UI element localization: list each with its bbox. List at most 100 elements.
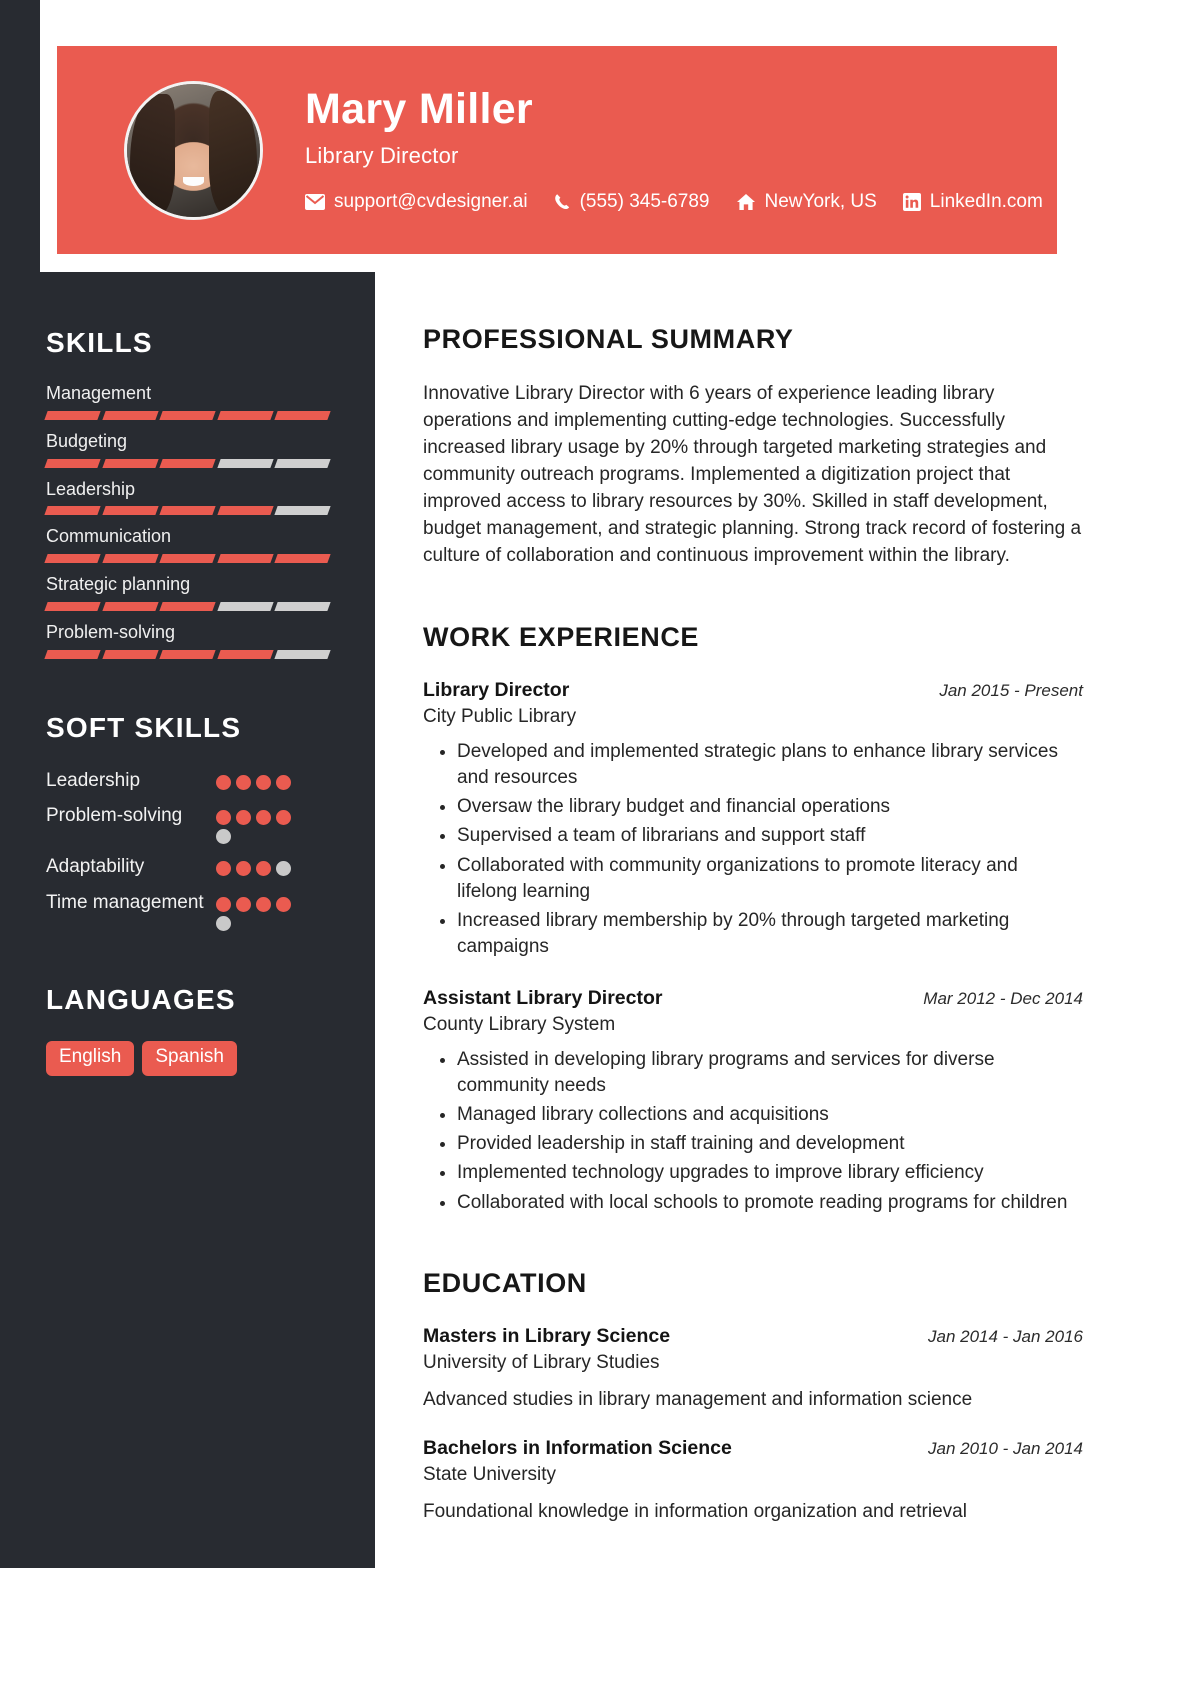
education-list: Masters in Library ScienceJan 2014 - Jan… bbox=[423, 1325, 1083, 1526]
experience-job-title: Library Director bbox=[423, 679, 569, 702]
avatar bbox=[124, 81, 263, 220]
soft-skill-dot-filled bbox=[236, 810, 251, 825]
resume-header: Mary Miller Library Director support@cvd… bbox=[57, 46, 1057, 254]
envelope-icon bbox=[305, 194, 325, 210]
skill-row: Management bbox=[46, 384, 329, 420]
soft-skill-dot-filled bbox=[276, 810, 291, 825]
avatar-smile bbox=[183, 177, 204, 186]
soft-skill-dots bbox=[216, 769, 294, 790]
language-tag[interactable]: English bbox=[46, 1041, 134, 1076]
phone-icon bbox=[554, 193, 571, 211]
skill-bar-filled bbox=[44, 650, 100, 659]
skill-bar-filled bbox=[102, 602, 158, 611]
language-tag[interactable]: Spanish bbox=[142, 1041, 237, 1076]
skill-row: Communication bbox=[46, 527, 329, 563]
education-entry: Masters in Library ScienceJan 2014 - Jan… bbox=[423, 1325, 1083, 1414]
education-description: Foundational knowledge in information or… bbox=[423, 1499, 1083, 1526]
experience-heading: WORK EXPERIENCE bbox=[423, 622, 1083, 653]
skill-row: Strategic planning bbox=[46, 575, 329, 611]
soft-skill-dot-filled bbox=[276, 897, 291, 912]
skill-bar-empty bbox=[275, 650, 331, 659]
header-text-block: Mary Miller Library Director support@cvd… bbox=[305, 87, 1043, 213]
skill-bar-filled bbox=[102, 554, 158, 563]
experience-bullet: Implemented technology upgrades to impro… bbox=[457, 1160, 1083, 1186]
soft-skill-dot-filled bbox=[276, 775, 291, 790]
soft-skill-name: Adaptability bbox=[46, 855, 216, 880]
skill-bar-empty bbox=[275, 459, 331, 468]
soft-skill-dot-filled bbox=[236, 775, 251, 790]
skill-bar-empty bbox=[275, 506, 331, 515]
education-school: State University bbox=[423, 1464, 1083, 1486]
experience-bullet: Collaborated with local schools to promo… bbox=[457, 1190, 1083, 1216]
skill-bar-filled bbox=[160, 650, 216, 659]
soft-skill-row: Time management bbox=[46, 891, 329, 931]
contact-location[interactable]: NewYork, US bbox=[736, 191, 877, 213]
skill-bar-filled bbox=[44, 506, 100, 515]
skill-bar-filled bbox=[275, 554, 331, 563]
resume-page: Mary Miller Library Director support@cvd… bbox=[0, 0, 1200, 1684]
experience-bullet: Managed library collections and acquisit… bbox=[457, 1102, 1083, 1128]
soft-skill-dot-filled bbox=[216, 775, 231, 790]
soft-skill-dot-filled bbox=[256, 897, 271, 912]
experience-list: Library DirectorJan 2015 - Present City P… bbox=[423, 679, 1083, 1216]
skill-name: Communication bbox=[46, 527, 329, 547]
experience-bullet: Supervised a team of librarians and supp… bbox=[457, 823, 1083, 849]
experience-bullet-list: Assisted in developing library programs … bbox=[423, 1047, 1083, 1216]
experience-bullet: Provided leadership in staff training an… bbox=[457, 1131, 1083, 1157]
skill-bar-empty bbox=[217, 602, 273, 611]
skill-row: Problem-solving bbox=[46, 623, 329, 659]
soft-skill-row: Adaptability bbox=[46, 855, 329, 880]
skill-bar-filled bbox=[102, 650, 158, 659]
skill-name: Strategic planning bbox=[46, 575, 329, 595]
languages-list: EnglishSpanish bbox=[46, 1041, 329, 1076]
education-school: University of Library Studies bbox=[423, 1352, 1083, 1374]
skill-row: Budgeting bbox=[46, 432, 329, 468]
experience-bullet: Assisted in developing library programs … bbox=[457, 1047, 1083, 1099]
skill-level-bars bbox=[46, 602, 329, 611]
education-entry-header: Bachelors in Information ScienceJan 2010… bbox=[423, 1437, 1083, 1460]
soft-skill-dot-filled bbox=[256, 775, 271, 790]
soft-skill-name: Leadership bbox=[46, 769, 216, 794]
soft-skill-dots bbox=[216, 891, 294, 931]
experience-employer: City Public Library bbox=[423, 706, 1083, 728]
sidebar: SKILLS ManagementBudgetingLeadershipComm… bbox=[0, 272, 375, 1076]
skill-bar-filled bbox=[102, 506, 158, 515]
soft-skill-dot-empty bbox=[216, 916, 231, 931]
soft-skill-dot-filled bbox=[236, 861, 251, 876]
soft-skill-dot-filled bbox=[256, 810, 271, 825]
contact-phone-text: (555) 345-6789 bbox=[580, 191, 710, 213]
skill-name: Management bbox=[46, 384, 329, 404]
experience-entry-header: Library DirectorJan 2015 - Present bbox=[423, 679, 1083, 702]
contact-list: support@cvdesigner.ai (555) 345-6789 bbox=[305, 191, 1043, 213]
skill-bar-filled bbox=[217, 506, 273, 515]
contact-email[interactable]: support@cvdesigner.ai bbox=[305, 191, 528, 213]
skill-name: Leadership bbox=[46, 480, 329, 500]
skill-level-bars bbox=[46, 554, 329, 563]
soft-skills-list: LeadershipProblem-solvingAdaptabilityTim… bbox=[46, 769, 329, 931]
skill-bar-filled bbox=[217, 411, 273, 420]
main-content: PROFESSIONAL SUMMARY Innovative Library … bbox=[423, 272, 1083, 1550]
experience-employer: County Library System bbox=[423, 1014, 1083, 1036]
summary-heading: PROFESSIONAL SUMMARY bbox=[423, 324, 1083, 355]
soft-skill-dot-empty bbox=[216, 829, 231, 844]
skill-row: Leadership bbox=[46, 480, 329, 516]
experience-bullet: Developed and implemented strategic plan… bbox=[457, 739, 1083, 791]
languages-heading: LANGUAGES bbox=[46, 984, 329, 1016]
skill-level-bars bbox=[46, 506, 329, 515]
skill-level-bars bbox=[46, 411, 329, 420]
skill-bar-filled bbox=[44, 459, 100, 468]
soft-skill-dots bbox=[216, 804, 294, 844]
soft-skill-dot-filled bbox=[256, 861, 271, 876]
education-entry-header: Masters in Library ScienceJan 2014 - Jan… bbox=[423, 1325, 1083, 1348]
education-heading: EDUCATION bbox=[423, 1268, 1083, 1299]
experience-job-title: Assistant Library Director bbox=[423, 987, 663, 1010]
skill-bar-filled bbox=[160, 506, 216, 515]
skill-bar-filled bbox=[44, 602, 100, 611]
education-degree: Bachelors in Information Science bbox=[423, 1437, 732, 1460]
contact-linkedin[interactable]: LinkedIn.com bbox=[903, 191, 1043, 213]
skill-bar-filled bbox=[102, 411, 158, 420]
skill-bar-filled bbox=[275, 411, 331, 420]
education-entry: Bachelors in Information ScienceJan 2010… bbox=[423, 1437, 1083, 1526]
contact-phone[interactable]: (555) 345-6789 bbox=[554, 191, 710, 213]
skill-bar-filled bbox=[217, 650, 273, 659]
